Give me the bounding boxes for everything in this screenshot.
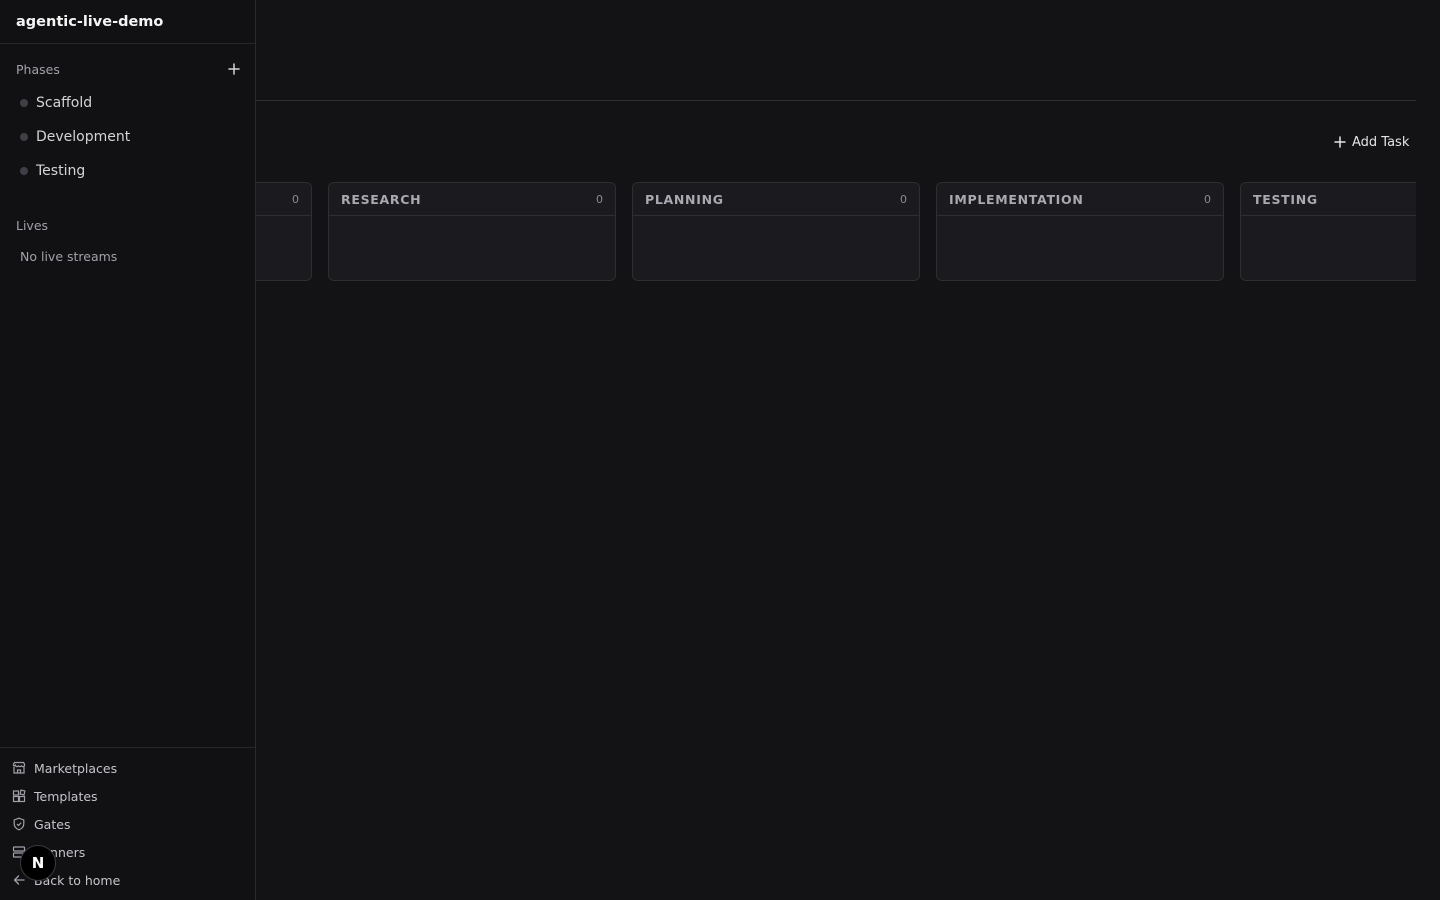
column-title: IMPLEMENTATION: [949, 191, 1084, 207]
column-count: 0: [1204, 192, 1211, 206]
lives-label: Lives: [16, 217, 49, 233]
kanban-column-testing[interactable]: TESTING: [1240, 182, 1416, 281]
shield-icon: [13, 817, 25, 831]
column-title: PLANNING: [645, 191, 724, 207]
project-title: agentic-live-demo: [0, 0, 255, 44]
phase-status-dot: [20, 99, 28, 107]
phase-item-scaffold[interactable]: Scaffold: [0, 86, 255, 120]
phase-label: Scaffold: [36, 95, 93, 111]
sidebar: agentic-live-demo Phases Scaffold Develo…: [0, 0, 256, 900]
column-title: RESEARCH: [341, 191, 422, 207]
lives-header: Lives: [16, 216, 243, 234]
add-phase-button[interactable]: [225, 60, 243, 78]
phase-status-dot: [20, 133, 28, 141]
kanban-column-implementation[interactable]: IMPLEMENTATION 0: [936, 182, 1224, 281]
empty-streams-message: No live streams: [20, 249, 118, 264]
column-header: IMPLEMENTATION 0: [937, 183, 1223, 216]
phase-label: Testing: [36, 163, 86, 179]
column-header: TESTING: [1241, 183, 1416, 216]
column-header: PLANNING 0: [633, 183, 919, 216]
plus-icon: [228, 63, 240, 75]
phase-label: Development: [36, 129, 131, 145]
phase-list: Scaffold Development Testing: [0, 86, 255, 188]
nav-label: Gates: [34, 816, 71, 832]
column-count: 0: [596, 192, 603, 206]
phases-header: Phases: [16, 60, 243, 78]
store-icon: [12, 761, 26, 774]
add-task-label: Add Task: [1352, 134, 1410, 150]
nav-label: Marketplaces: [34, 760, 118, 776]
column-header: RESEARCH 0: [329, 183, 615, 216]
nav-label: Templates: [34, 788, 98, 804]
phase-item-development[interactable]: Development: [0, 120, 255, 154]
column-count: 0: [900, 192, 907, 206]
phase-status-dot: [20, 167, 28, 175]
column-count: 0: [292, 192, 299, 206]
nav-marketplaces[interactable]: Marketplaces: [0, 754, 255, 782]
kanban-column-planning[interactable]: PLANNING 0: [632, 182, 920, 281]
column-title: TESTING: [1253, 191, 1318, 207]
templates-icon: [12, 789, 26, 803]
add-task-button[interactable]: Add Task: [1324, 130, 1419, 154]
phase-item-testing[interactable]: Testing: [0, 154, 255, 188]
app-root: cture Add Task 0 RESEARCH 0: [0, 0, 1440, 900]
plus-icon: [1334, 136, 1346, 148]
next-dev-badge[interactable]: N: [20, 845, 56, 881]
nav-gates[interactable]: Gates: [0, 810, 255, 838]
nav-templates[interactable]: Templates: [0, 782, 255, 810]
phases-label: Phases: [16, 61, 60, 77]
kanban-column-research[interactable]: RESEARCH 0: [328, 182, 616, 281]
